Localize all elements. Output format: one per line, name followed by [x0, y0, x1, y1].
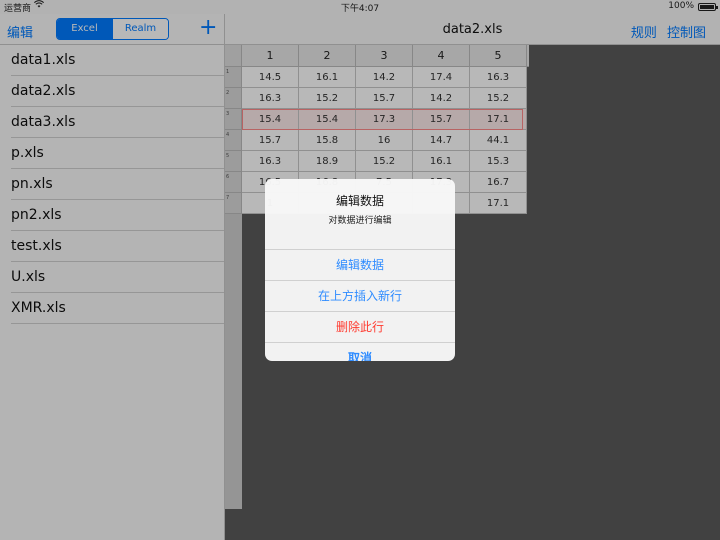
cancel-button[interactable]: 取消 — [265, 343, 455, 361]
delete-row-button[interactable]: 删除此行 — [265, 312, 455, 343]
alert-message: 对数据进行编辑 — [328, 216, 392, 226]
edit-data-button[interactable]: 编辑数据 — [265, 250, 455, 281]
alert-title: 编辑数据 — [335, 194, 384, 208]
insert-row-above-button[interactable]: 在上方插入新行 — [265, 281, 455, 312]
edit-data-alert: 编辑数据 对数据进行编辑 编辑数据 在上方插入新行 删除此行 取消 — [265, 179, 455, 361]
alert-header: 编辑数据 对数据进行编辑 — [265, 192, 455, 250]
